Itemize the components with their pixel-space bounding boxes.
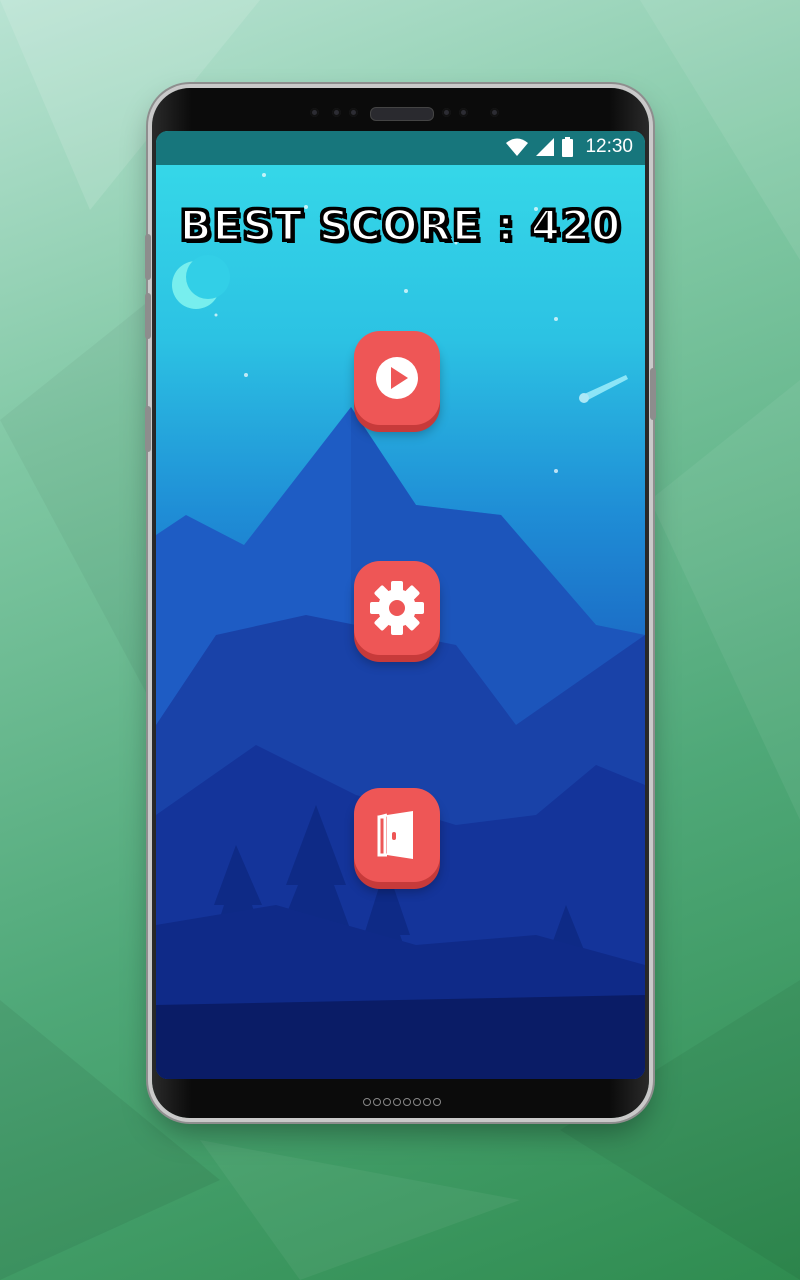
game-screen: 12:30 BEST SCORE: 420: [156, 131, 645, 1079]
phone-frame: 12:30 BEST SCORE: 420: [145, 88, 656, 1118]
settings-button[interactable]: [354, 561, 440, 655]
bixby-button: [145, 406, 151, 452]
status-time: 12:30: [585, 136, 633, 157]
signal-icon: [536, 138, 555, 156]
battery-icon: [562, 137, 574, 157]
phone-sensors: [152, 106, 649, 121]
volume-up-button: [145, 234, 151, 280]
play-icon: [376, 357, 418, 399]
volume-down-button: [145, 293, 151, 339]
wifi-icon: [506, 138, 529, 156]
power-button: [650, 368, 656, 420]
best-score-text: BEST SCORE : 420: [178, 200, 622, 252]
play-button[interactable]: [354, 331, 440, 425]
home-indicator: [362, 1091, 442, 1106]
moon-icon: [172, 255, 230, 309]
status-bar: 12:30: [156, 131, 645, 165]
earpiece-speaker: [370, 107, 434, 121]
door-exit-icon: [377, 811, 413, 859]
gear-icon: [370, 581, 424, 635]
exit-button[interactable]: [354, 788, 440, 882]
shooting-star: [579, 375, 628, 403]
